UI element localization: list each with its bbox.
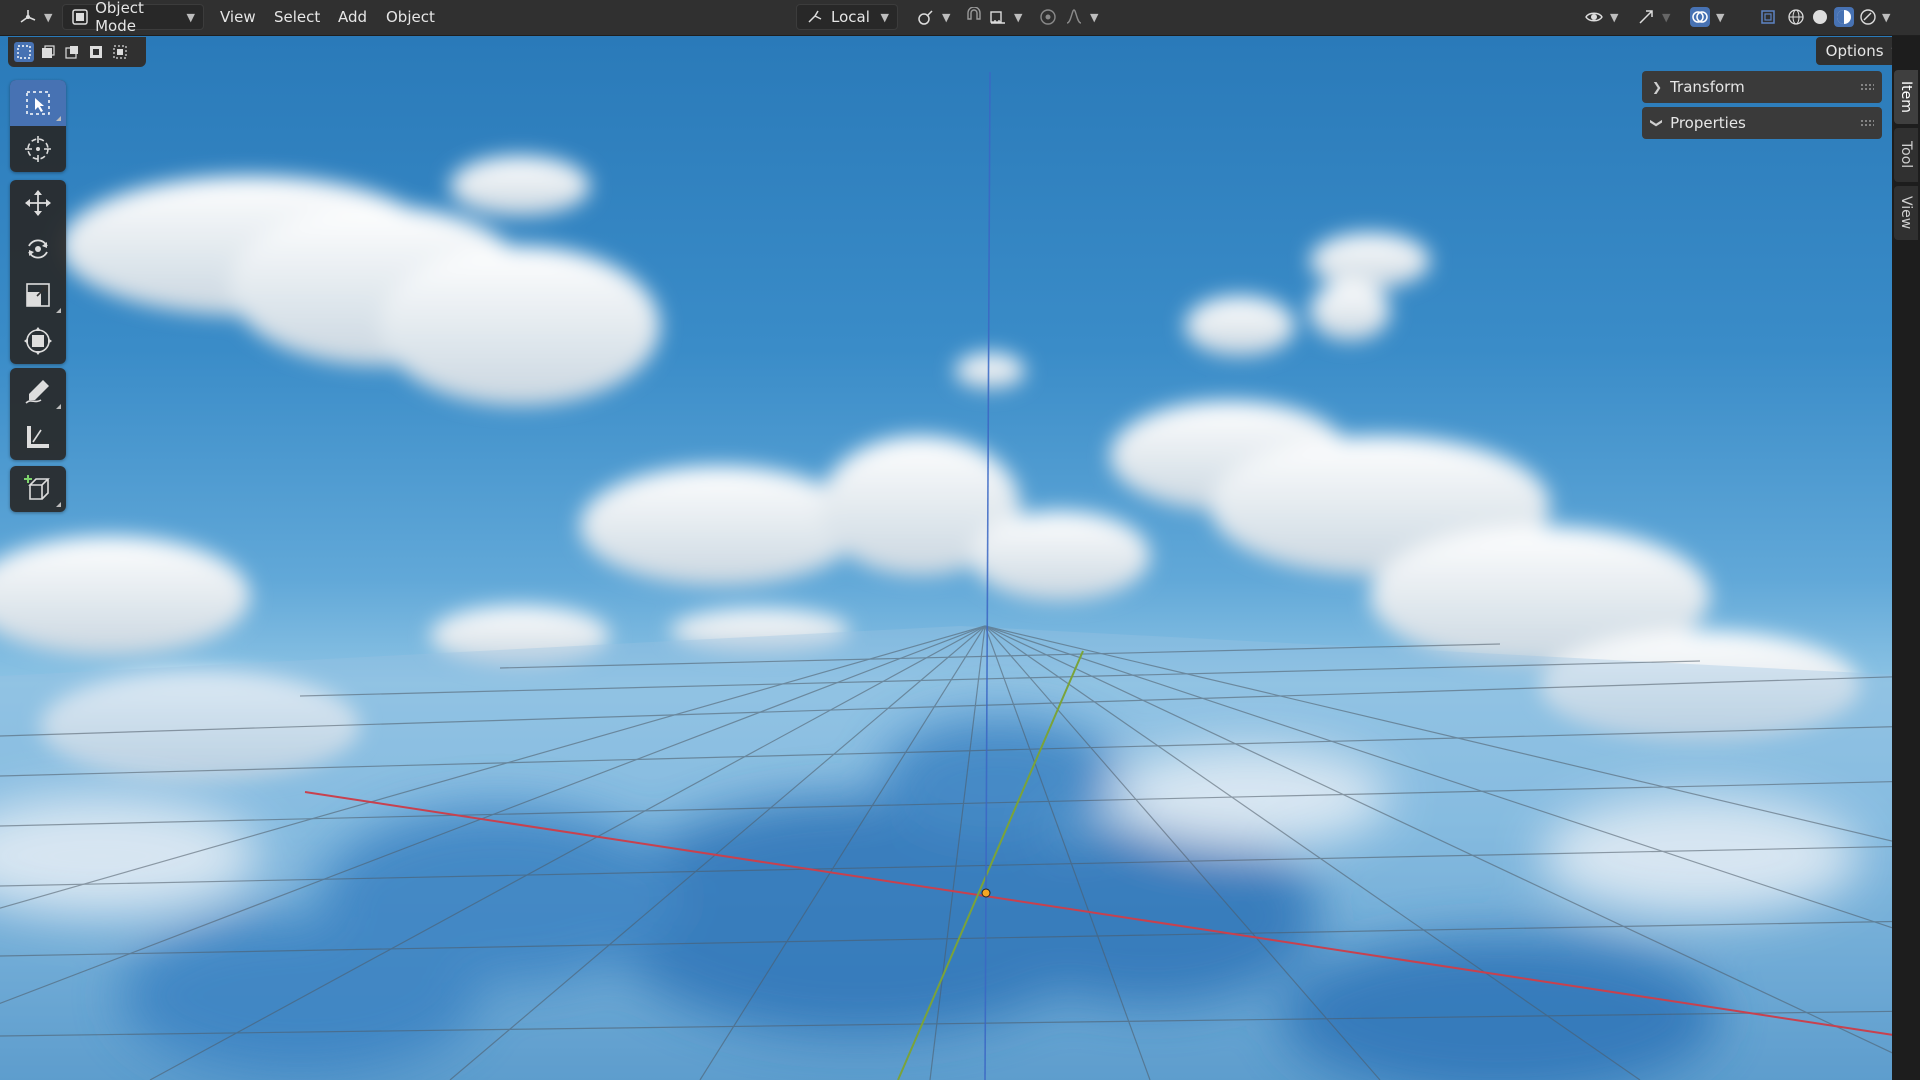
chevron-down-icon: ❯ [1650, 117, 1665, 129]
select-intersect-icon[interactable] [110, 42, 130, 62]
chevron-down-icon: ▼ [942, 10, 951, 24]
tool-group-add [10, 466, 66, 512]
rotate-icon[interactable] [10, 226, 66, 272]
tab-tool-label: Tool [1898, 141, 1914, 169]
chevron-down-icon: ▼ [880, 10, 889, 24]
viewport-scene [0, 71, 1920, 1080]
scale-icon[interactable] [10, 272, 66, 318]
panel-properties[interactable]: ❯ Properties [1642, 107, 1882, 139]
chevron-down-icon[interactable]: ▼ [1882, 11, 1890, 24]
falloff-button[interactable]: ▼ [1056, 4, 1106, 30]
transform-icon[interactable] [10, 318, 66, 364]
select-invert-icon[interactable] [86, 42, 106, 62]
chevron-down-icon: ▼ [44, 10, 53, 24]
tab-item[interactable]: Item [1894, 70, 1918, 124]
select-subtract-icon[interactable] [62, 42, 82, 62]
overlays-icon [1690, 7, 1710, 27]
tool-group-transform [10, 180, 66, 364]
wireframe-shading-icon[interactable] [1786, 7, 1806, 27]
select-new-icon[interactable] [14, 42, 34, 62]
editor-type-button[interactable]: ▼ [10, 4, 60, 30]
tab-tool[interactable]: Tool [1894, 128, 1918, 182]
mode-label: Object Mode [95, 0, 144, 35]
menu-object[interactable]: Object [378, 4, 443, 30]
orientation-label: Local [831, 8, 870, 26]
options-label: Options [1825, 42, 1884, 60]
gizmo-toggle[interactable]: ▼ [1628, 4, 1678, 30]
material-preview-icon[interactable] [1834, 7, 1854, 27]
panel-transform-label: Transform [1670, 78, 1745, 96]
origin-point [981, 888, 991, 898]
measure-icon[interactable] [10, 414, 66, 460]
tab-view[interactable]: View [1894, 186, 1918, 240]
menu-add[interactable]: Add [330, 4, 375, 30]
chevron-down-icon: ▼ [1090, 10, 1099, 24]
tab-item-label: Item [1898, 81, 1914, 113]
object-mode-icon [71, 7, 89, 27]
visibility-button[interactable]: ▼ [1576, 4, 1626, 30]
chevron-right-icon: ❯ [1652, 80, 1663, 94]
mode-dropdown[interactable]: Object Mode ▼ [62, 0, 204, 35]
chevron-down-icon: ▼ [1716, 10, 1725, 24]
solid-shading-icon[interactable] [1810, 7, 1830, 27]
chevron-down-icon: ▼ [1014, 10, 1023, 24]
overlays-toggle[interactable]: ▼ [1682, 4, 1732, 30]
select-box-icon[interactable] [10, 80, 66, 126]
orientation-icon [805, 7, 825, 27]
eye-icon [1584, 7, 1604, 27]
snap-target-button[interactable]: ▼ [980, 4, 1030, 30]
panel-transform[interactable]: ❯ Transform [1642, 71, 1882, 103]
panel-properties-label: Properties [1670, 114, 1746, 132]
move-icon[interactable] [10, 180, 66, 226]
select-extend-icon[interactable] [38, 42, 58, 62]
menu-view[interactable]: View [212, 4, 264, 30]
ground-grid [0, 625, 1920, 1080]
gizmo-icon [1636, 7, 1656, 27]
drag-handle-icon[interactable] [1860, 119, 1874, 127]
drag-handle-icon[interactable] [1860, 83, 1874, 91]
pivot-icon [916, 7, 936, 27]
chevron-down-icon: ▼ [1610, 10, 1619, 24]
3d-viewport-icon [18, 7, 38, 27]
proportional-edit-icon [1038, 7, 1058, 27]
cursor-icon[interactable] [10, 126, 66, 172]
shading-buttons: ▼ [1778, 4, 1898, 30]
chevron-down-icon: ▼ [186, 10, 195, 24]
sidebar-panel: ❯ Transform ❯ Properties [1642, 71, 1882, 143]
chevron-down-icon: ▼ [1662, 10, 1671, 24]
tool-group-select [10, 80, 66, 172]
rendered-shading-icon[interactable] [1858, 7, 1878, 27]
3d-viewport[interactable] [0, 36, 1920, 1080]
menu-select[interactable]: Select [266, 4, 328, 30]
annotate-icon[interactable] [10, 368, 66, 414]
viewport-header: ▼ Object Mode ▼ View Select Add Object L… [0, 0, 1920, 36]
snap-increment-icon [988, 7, 1008, 27]
transform-orientation-dropdown[interactable]: Local ▼ [796, 4, 898, 30]
tab-view-label: View [1898, 196, 1914, 230]
xray-icon [1758, 7, 1778, 27]
tool-group-annotate [10, 368, 66, 460]
selection-mode-bar [8, 37, 146, 67]
sidebar-tab-strip: Item Tool View [1892, 36, 1920, 1080]
pivot-point-button[interactable]: ▼ [908, 4, 958, 30]
add-cube-icon[interactable] [10, 466, 66, 512]
falloff-curve-icon [1064, 7, 1084, 27]
